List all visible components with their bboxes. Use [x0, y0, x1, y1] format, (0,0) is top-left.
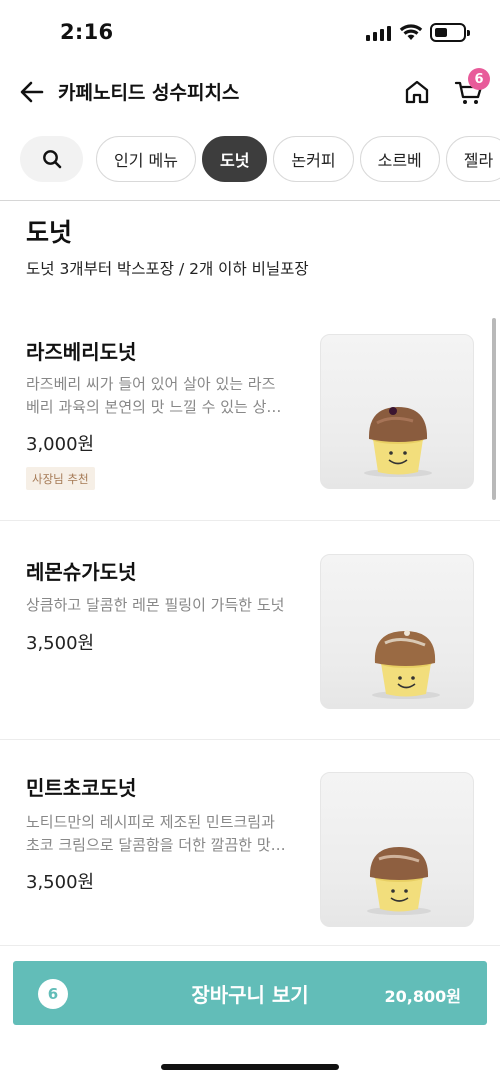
wifi-icon	[399, 24, 423, 40]
item-description-line: 노티드만의 레시피로 제조된 민트크림과	[26, 813, 275, 831]
item-name: 라즈베리도넛	[26, 340, 137, 364]
donut-cup-image	[367, 847, 431, 915]
view-cart-button[interactable]: 6 장바구니 보기 20,800원	[13, 961, 487, 1025]
menu-content[interactable]: 도넛 도넛 3개부터 박스포장 / 2개 이하 비닐포장 라즈베리도넛 라즈베리…	[0, 201, 500, 946]
menu-item[interactable]: 라즈베리도넛 라즈베리 씨가 들어 있어 살아 있는 라즈 베리 과육의 본연의…	[0, 201, 500, 521]
tab-sorbet[interactable]: 소르베	[359, 136, 440, 182]
cart-count-badge: 6	[468, 68, 490, 90]
search-icon	[42, 150, 61, 169]
menu-item[interactable]: 레몬슈가도넛 상큼하고 달콤한 레몬 필링이 가득한 도넛 3,500원	[0, 521, 500, 740]
home-indicator	[161, 1064, 339, 1070]
tab-donut[interactable]: 도넛	[201, 136, 268, 182]
item-image	[320, 554, 474, 709]
item-image	[320, 772, 474, 927]
item-description-line: 초코 크림으로 달콤함을 더한 깔끔한 맛…	[26, 836, 286, 854]
menu-item[interactable]: 민트초코도넛 노티드만의 레시피로 제조된 민트크림과 초코 크림으로 달콤함을…	[0, 740, 500, 946]
scrollbar[interactable]	[492, 318, 496, 500]
tab-gelato[interactable]: 젤라	[445, 136, 500, 182]
home-icon[interactable]	[403, 78, 431, 106]
battery-level	[435, 28, 447, 37]
back-arrow-icon[interactable]	[18, 78, 46, 106]
item-description: 라즈베리 씨가 들어 있어 살아 있는 라즈 베리 과육의 본연의 맛 느낄 수…	[26, 373, 306, 419]
item-description-line: 베리 과육의 본연의 맛 느낄 수 있는 상…	[26, 398, 282, 416]
status-bar: 2:16	[0, 0, 500, 66]
tab-popular-menu[interactable]: 인기 메뉴	[96, 136, 196, 182]
donut-cup-image	[364, 407, 432, 477]
cart-total-price: 20,800원	[384, 987, 461, 1006]
item-divider	[0, 945, 500, 946]
donut-cup-image	[372, 630, 440, 699]
category-chip-list: 인기 메뉴 도넛 논커피 소르베 젤라	[96, 136, 500, 182]
item-price: 3,500원	[26, 633, 95, 654]
item-name: 레몬슈가도넛	[26, 560, 137, 584]
search-button[interactable]	[20, 136, 83, 182]
item-price: 3,000원	[26, 434, 95, 455]
item-name: 민트초코도넛	[26, 776, 137, 800]
item-description: 상큼하고 달콤한 레몬 필링이 가득한 도넛	[26, 594, 316, 617]
battery-icon	[430, 23, 470, 42]
tab-non-coffee[interactable]: 논커피	[273, 136, 354, 182]
page-title: 카페노티드 성수피치스	[58, 82, 240, 104]
nav-bar: 카페노티드 성수피치스	[0, 66, 500, 118]
category-tabs: 인기 메뉴 도넛 논커피 소르베 젤라	[0, 136, 500, 184]
recommend-badge: 사장님 추천	[26, 467, 95, 490]
item-image	[320, 334, 474, 489]
item-price: 3,500원	[26, 872, 95, 893]
item-description-line: 상큼하고 달콤한 레몬 필링이 가득한 도넛	[26, 596, 285, 614]
item-description: 노티드만의 레시피로 제조된 민트크림과 초코 크림으로 달콤함을 더한 깔끔한…	[26, 811, 306, 857]
item-description-line: 라즈베리 씨가 들어 있어 살아 있는 라즈	[26, 375, 276, 393]
cellular-signal-icon	[366, 26, 391, 41]
status-time: 2:16	[60, 20, 114, 44]
